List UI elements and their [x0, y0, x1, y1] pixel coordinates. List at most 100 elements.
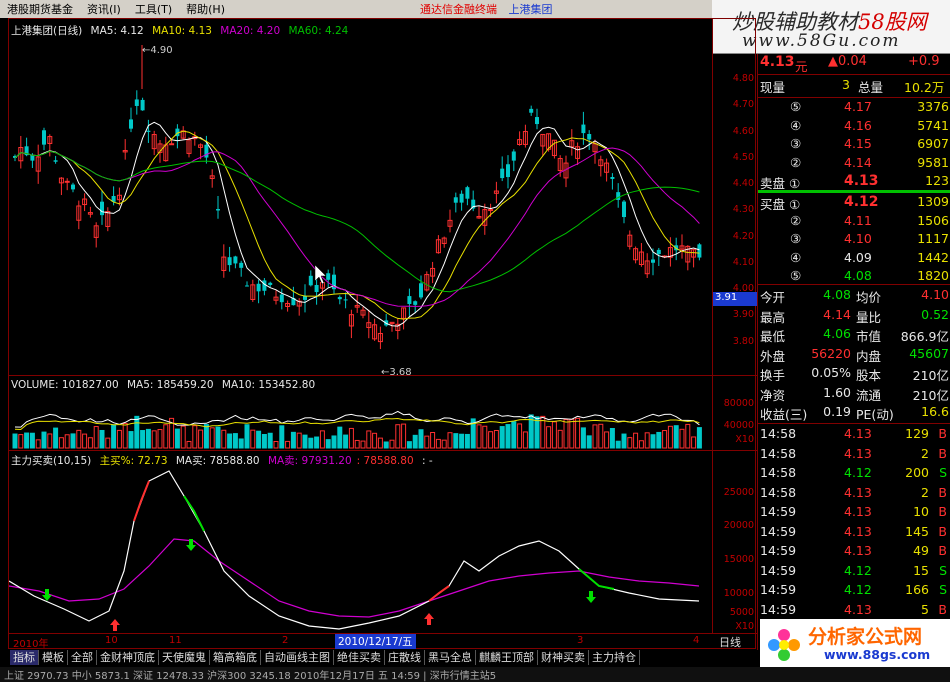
- volume-bar: [198, 429, 204, 449]
- volume-bar: [383, 441, 389, 449]
- price-tick: 4.60: [732, 125, 754, 137]
- stat-label: 外盘: [760, 348, 786, 364]
- menu-item-hk-futures[interactable]: 港股期货基金: [0, 1, 80, 17]
- sell-price: 4.15: [844, 136, 872, 151]
- sell-order-row: ⑤ 4.17 3376: [758, 99, 950, 119]
- candle-body: [407, 296, 412, 304]
- tab-caishen[interactable]: 财神买卖: [538, 650, 589, 665]
- stat-row: 净资 1.60 流通 210亿: [758, 385, 950, 405]
- volume-bar: [441, 439, 447, 449]
- tick-time: 14:58: [760, 465, 797, 480]
- volume-bar: [517, 423, 523, 449]
- volume-bar: [372, 432, 378, 449]
- tab-all[interactable]: 全部: [68, 650, 97, 665]
- volume-bar: [285, 440, 291, 449]
- volume-bar: [238, 438, 244, 449]
- tick-row: 14:59 4.13 49 B: [758, 543, 950, 563]
- watermark-bottom: 分析家公式网 www.88gs.com: [760, 619, 950, 667]
- tick-side: B: [938, 543, 947, 558]
- tab-tianshi[interactable]: 天使魔鬼: [159, 650, 210, 665]
- candle-body: [64, 180, 70, 183]
- period-button[interactable]: 日线: [719, 634, 741, 650]
- volume-bar: [12, 433, 18, 449]
- price-tick: 4.50: [732, 151, 754, 163]
- tab-heima[interactable]: 黑马全息: [425, 650, 476, 665]
- buy-order-row: 买盘 ① 4.12 1309: [758, 194, 950, 214]
- tab-template[interactable]: 模板: [39, 650, 68, 665]
- volume-bar: [256, 430, 262, 449]
- price-tick: 4.20: [732, 230, 754, 242]
- date-axis[interactable]: 2010年 10 11 2 3 4 2010/12/17/五 日线: [9, 634, 757, 650]
- tab-zhuangsan[interactable]: 庄散线: [385, 650, 425, 665]
- stat-value: 0.52: [921, 306, 949, 322]
- sell-order-row: ② 4.14 9581: [758, 155, 950, 175]
- date-axis-mark: 11: [169, 635, 182, 646]
- tab-jincaishen[interactable]: 金财神顶底: [97, 650, 159, 665]
- ma10-line: [14, 130, 700, 320]
- volume-chart[interactable]: [9, 376, 711, 450]
- quote-price: 4.13: [760, 54, 795, 70]
- chart-area[interactable]: 上港集团(日线) MA5: 4.12 MA10: 4.13 MA20: 4.20…: [8, 18, 757, 650]
- volume-bar: [192, 425, 198, 449]
- volume-bar: [493, 429, 499, 449]
- volume-bar: [534, 416, 540, 449]
- menu-item-info[interactable]: 资讯(I): [80, 1, 128, 17]
- volume-bar: [569, 418, 575, 449]
- volume-bar: [319, 430, 325, 449]
- buy-signal-segment: [133, 480, 150, 522]
- stat-label: 最低: [760, 329, 786, 344]
- ma60-line: [14, 150, 700, 293]
- volume-bar: [592, 424, 598, 449]
- candle-body: [506, 164, 510, 178]
- volume-pane[interactable]: VOLUME: 101827.00 MA5: 185459.20 MA10: 1…: [9, 376, 711, 450]
- tab-auto-line[interactable]: 自动画线主图: [261, 650, 334, 665]
- price-pane[interactable]: 上港集团(日线) MA5: 4.12 MA10: 4.13 MA20: 4.20…: [9, 19, 711, 378]
- volume-bar: [227, 433, 233, 449]
- quote-volume-row: 现量 3 总量 10.2万: [758, 77, 950, 97]
- stat-value: 0.05%: [811, 365, 851, 380]
- buy-price: 4.08: [844, 268, 872, 283]
- sell-level-label: ④: [790, 117, 802, 133]
- tick-row: 14:59 4.13 145 B: [758, 524, 950, 544]
- indicator-pane[interactable]: 主力买卖(10,15) 主买%: 72.73 MA买: 78588.80 MA卖…: [9, 451, 711, 633]
- tick-side: B: [938, 504, 947, 519]
- candle-body: [30, 155, 35, 161]
- tick-price: 4.12: [844, 562, 872, 578]
- volume-bar: [459, 433, 465, 449]
- sell-level-label: ⑤: [790, 99, 802, 114]
- candle-body: [587, 134, 592, 140]
- buy-arrow-icon: [424, 613, 434, 625]
- volume-bar: [604, 431, 610, 449]
- tab-xianggao[interactable]: 箱高箱底: [210, 650, 261, 665]
- volume-bar: [406, 441, 412, 449]
- volume-bar: [401, 423, 407, 449]
- volume-bar: [580, 427, 586, 449]
- candlestick-chart[interactable]: [9, 19, 711, 375]
- volume-bar: [331, 435, 337, 449]
- volume-bar: [244, 424, 250, 449]
- tab-qilin[interactable]: 麒麟王顶部: [476, 650, 538, 665]
- sell-price: 4.17: [844, 99, 872, 114]
- candle-body: [651, 259, 655, 263]
- stat-value: 1.60: [823, 384, 851, 400]
- tab-juejia[interactable]: 绝佳买卖: [334, 650, 385, 665]
- tab-indicator[interactable]: 指标: [10, 650, 39, 665]
- indicator-chart[interactable]: [9, 451, 711, 633]
- stat-value: 866.9亿: [900, 329, 949, 344]
- stat-row: 最低 4.06 市值 866.9亿: [758, 326, 950, 346]
- buy-order-row: ⑤ 4.08 1820: [758, 268, 950, 288]
- stat-value: 16.6: [921, 404, 949, 419]
- volume-bar: [279, 425, 285, 449]
- volume-bar: [418, 429, 424, 449]
- sell-volume: 6907: [917, 136, 949, 151]
- tick-row: 14:58 4.13 2 B: [758, 485, 950, 505]
- stat-label: 股本: [856, 368, 882, 383]
- menu-item-tools[interactable]: 工具(T): [128, 1, 179, 17]
- vol-now: 3: [842, 77, 850, 92]
- menu-item-help[interactable]: 帮助(H): [179, 1, 232, 17]
- candle-body: [314, 284, 319, 293]
- tab-zhuli[interactable]: 主力持仓: [589, 650, 640, 665]
- tick-time: 14:59: [760, 543, 797, 558]
- tick-price: 4.12: [844, 582, 872, 597]
- candle-body: [581, 124, 586, 134]
